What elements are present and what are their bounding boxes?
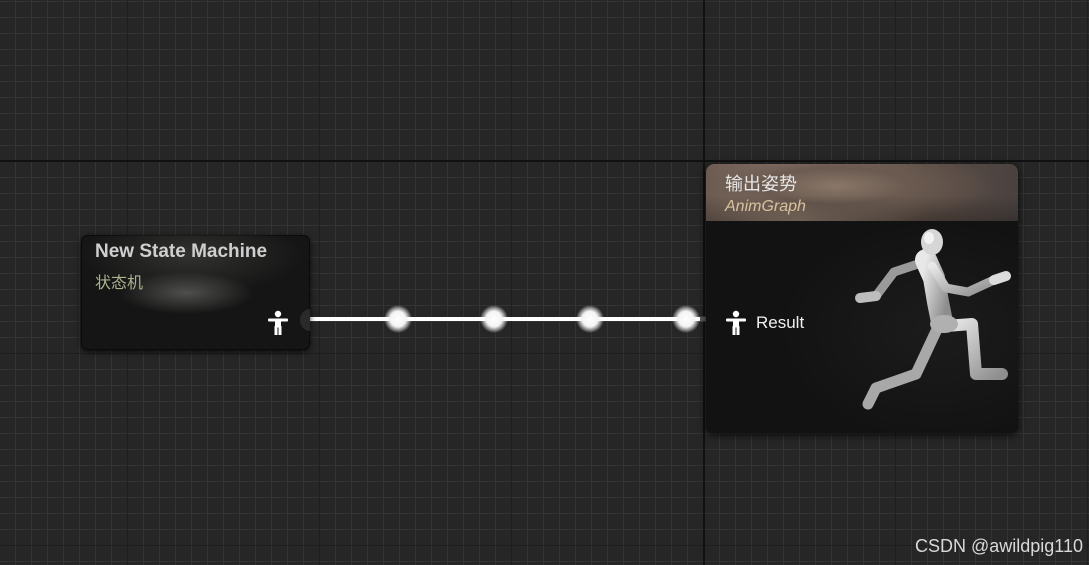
running-mannequin-icon bbox=[855, 229, 1011, 410]
state-machine-node[interactable]: New State Machine 状态机 bbox=[81, 235, 310, 350]
pose-person-icon[interactable] bbox=[725, 310, 747, 336]
watermark: CSDN @awildpig110 bbox=[914, 536, 1083, 556]
pose-person-icon[interactable] bbox=[267, 310, 289, 336]
node-subtitle: 状态机 bbox=[95, 275, 144, 292]
output-pose-node[interactable]: 输出姿势 AnimGraph Result bbox=[706, 164, 1018, 433]
node-subtitle: AnimGraph bbox=[725, 198, 806, 215]
node-title: 输出姿势 bbox=[725, 174, 797, 194]
node-title: New State Machine bbox=[95, 241, 268, 262]
result-pin-label: Result bbox=[756, 313, 805, 332]
